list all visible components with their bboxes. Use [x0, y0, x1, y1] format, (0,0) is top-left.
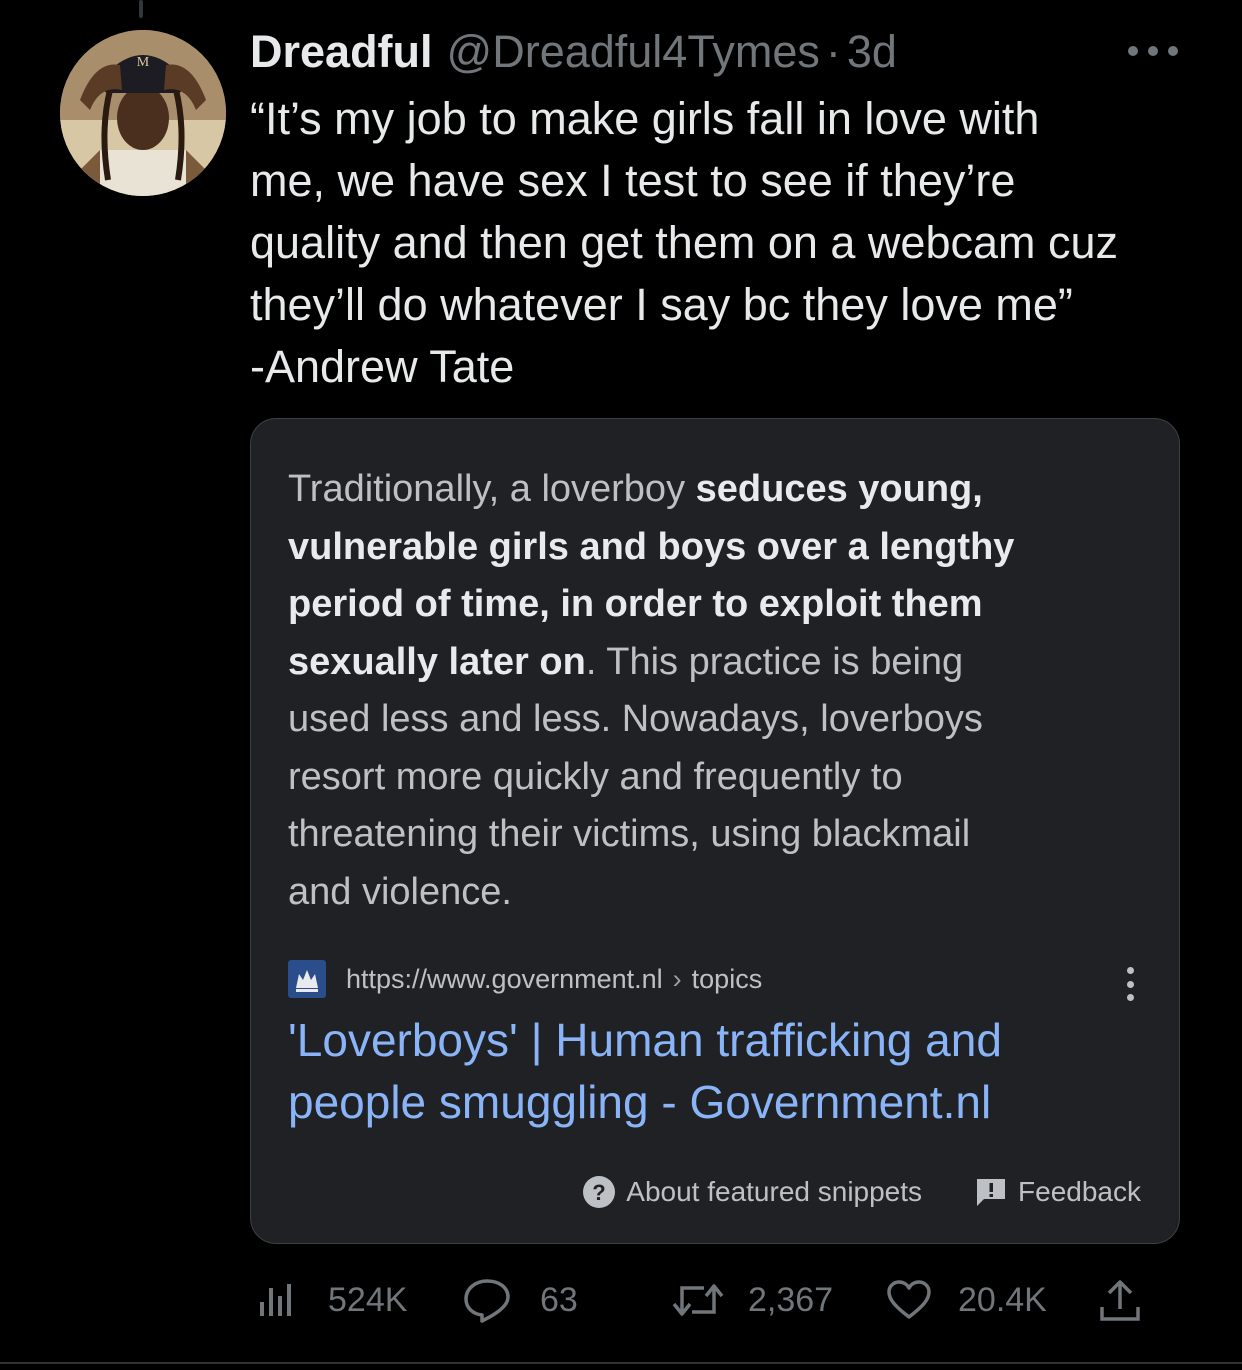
- result-title-line: 'Loverboys' | Human trafficking and: [288, 1014, 1002, 1066]
- tweet-text-line: me, we have sex I test to see if they’re: [250, 155, 1016, 206]
- views-button[interactable]: 524K: [256, 1272, 407, 1328]
- snippet-line: sexually later on. This practice is bein…: [288, 640, 964, 683]
- snippet-line: threatening their victims, using blackma…: [288, 813, 971, 855]
- display-name[interactable]: Dreadful: [250, 26, 433, 78]
- snippet-line: resort more quickly and frequently to: [288, 755, 903, 798]
- like-button[interactable]: 20.4K: [886, 1272, 1047, 1328]
- tweet-time[interactable]: 3d: [847, 26, 897, 78]
- snippet-line: vulnerable girls and boys over a lengthy: [288, 525, 1015, 568]
- avatar[interactable]: M: [60, 30, 226, 196]
- favicon: [288, 960, 326, 998]
- question-icon: ?: [582, 1175, 616, 1209]
- tweet-text-line: they’ll do whatever I say bc they love m…: [250, 279, 1073, 330]
- svg-text:?: ?: [593, 1180, 606, 1205]
- kebab-menu-icon[interactable]: [1124, 967, 1136, 1001]
- share-button[interactable]: [1098, 1272, 1142, 1328]
- about-label: About featured snippets: [626, 1176, 923, 1207]
- result-title-link[interactable]: 'Loverboys' | Human trafficking and peop…: [288, 1009, 1148, 1133]
- breadcrumb-separator: ›: [672, 963, 682, 994]
- feedback-link[interactable]: Feedback: [974, 1175, 1141, 1209]
- like-count: 20.4K: [958, 1280, 1047, 1319]
- avatar-image: M: [60, 30, 226, 196]
- tweet-text-line: -Andrew Tate: [250, 341, 515, 392]
- about-featured-snippets-link[interactable]: ? About featured snippets: [582, 1175, 922, 1209]
- thread-connector: [139, 0, 143, 18]
- svg-text:M: M: [137, 55, 150, 70]
- tweet-text-line: “It’s my job to make girls fall in love …: [250, 93, 1040, 144]
- snippet-line: and violence.: [288, 870, 512, 913]
- like-icon: [886, 1279, 932, 1321]
- header-separator: ·: [825, 26, 841, 77]
- reply-button[interactable]: 63: [462, 1272, 578, 1328]
- source-path: topics: [691, 963, 763, 994]
- source-url: https://www.government.nl: [346, 963, 663, 994]
- divider: [0, 1362, 1242, 1364]
- reply-icon: [462, 1277, 512, 1323]
- attached-screenshot[interactable]: Traditionally, a loverboy seduces young,…: [250, 418, 1180, 1244]
- views-count: 524K: [328, 1280, 408, 1319]
- feedback-label: Feedback: [1018, 1176, 1141, 1207]
- snippet-line: used less and less. Nowadays, loverboys: [288, 698, 983, 740]
- user-handle[interactable]: @Dreadful4Tymes: [447, 26, 820, 78]
- more-icon[interactable]: [1128, 38, 1178, 64]
- tweet-header: Dreadful @Dreadful4Tymes · 3d: [250, 26, 897, 78]
- tweet-text-line: quality and then get them on a webcam cu…: [250, 217, 1119, 268]
- snippet-line: Traditionally, a loverboy seduces young,: [288, 468, 983, 510]
- share-icon: [1098, 1277, 1142, 1323]
- reply-count: 63: [540, 1280, 578, 1319]
- feedback-icon: [974, 1175, 1008, 1209]
- featured-snippet-text: Traditionally, a loverboy seduces young,…: [288, 461, 1148, 921]
- snippet-footer: ? About featured snippets Feedback: [582, 1171, 1141, 1213]
- tweet-text: “It’s my job to make girls fall in love …: [250, 88, 1200, 398]
- retweet-count: 2,367: [748, 1280, 834, 1319]
- retweet-button[interactable]: 2,367: [670, 1272, 833, 1328]
- result-title-line: people smuggling - Government.nl: [288, 1076, 992, 1128]
- source-row[interactable]: https://www.government.nl › topics: [288, 959, 762, 999]
- views-icon: [256, 1280, 296, 1320]
- retweet-icon: [670, 1278, 726, 1322]
- tweet-actions: 524K 63 2,367 20.4K: [252, 1272, 1242, 1328]
- snippet-line: period of time, in order to exploit them: [288, 583, 983, 625]
